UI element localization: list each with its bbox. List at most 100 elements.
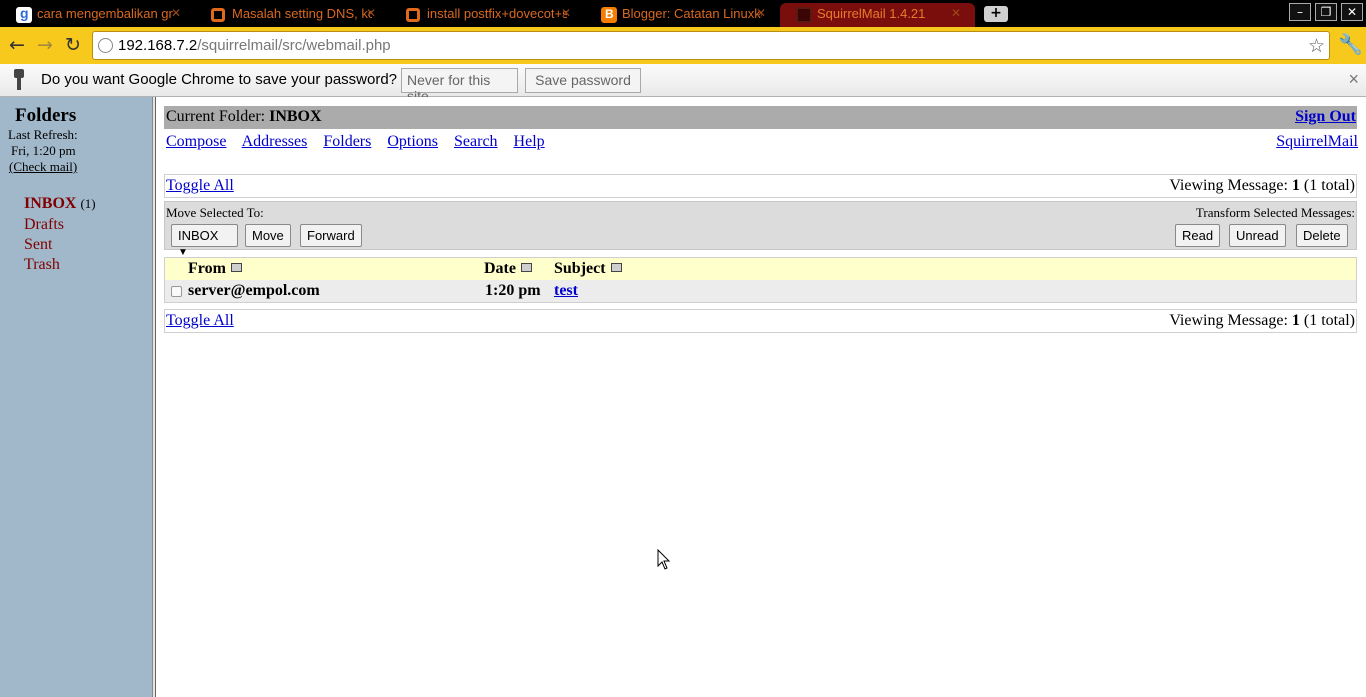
- read-button[interactable]: Read: [1175, 224, 1221, 247]
- address-bar[interactable]: 192.168.7.2/squirrelmail/src/webmail.php…: [92, 31, 1330, 60]
- viewing-message-status: Viewing Message: 1 (1 total): [1169, 312, 1355, 330]
- folders-title: Folders: [15, 105, 77, 126]
- tab-close-icon[interactable]: ✕: [951, 6, 961, 20]
- sort-icon[interactable]: [520, 263, 532, 272]
- current-folder-label: Current Folder: INBOX: [166, 108, 322, 126]
- key-icon: [13, 69, 25, 91]
- url-path: /squirrelmail/src/webmail.php: [197, 37, 391, 54]
- menu-compose[interactable]: Compose: [166, 133, 226, 150]
- main-menu: Compose Addresses Folders Options Search…: [166, 133, 557, 151]
- tab-close-icon[interactable]: ✕: [561, 6, 571, 20]
- browser-toolbar: ← → ↻ 192.168.7.2/squirrelmail/src/webma…: [0, 27, 1366, 64]
- message-list: From Date Subject server@empol.com 1:20 …: [164, 257, 1357, 303]
- blogger-icon: [601, 7, 617, 23]
- toggle-all-link[interactable]: Toggle All: [166, 177, 234, 195]
- browser-tab-active[interactable]: SquirrelMail 1.4.21 ✕: [780, 3, 975, 27]
- wrench-icon[interactable]: 🔧: [1338, 32, 1363, 56]
- check-mail-link[interactable]: (Check mail): [9, 159, 77, 175]
- squirrelmail-icon: [796, 7, 812, 23]
- move-folder-select[interactable]: INBOX ▼: [171, 224, 238, 258]
- column-label: Date: [484, 260, 516, 277]
- tab-strip: cara mengembalikan gr ✕ Masalah setting …: [0, 0, 1366, 27]
- menu-options[interactable]: Options: [387, 133, 438, 150]
- sign-out-link[interactable]: Sign Out: [1295, 108, 1356, 126]
- sort-icon[interactable]: [230, 263, 242, 272]
- close-window-icon[interactable]: ✕: [1341, 3, 1363, 21]
- refresh-time: Fri, 1:20 pm: [11, 143, 76, 158]
- move-button[interactable]: Move: [245, 224, 291, 247]
- never-for-this-site-button[interactable]: Never for this site: [401, 68, 518, 104]
- ubuntu-icon: [406, 8, 420, 22]
- browser-tab-2[interactable]: Masalah setting DNS, kok ✕: [195, 3, 390, 27]
- restore-icon[interactable]: ❐: [1315, 3, 1337, 21]
- viewing-total: (1 total): [1299, 312, 1355, 329]
- tab-title: Masalah setting DNS, kok: [232, 6, 372, 21]
- squirrelmail-link[interactable]: SquirrelMail: [1276, 133, 1358, 151]
- back-icon[interactable]: ←: [6, 34, 28, 56]
- folder-drafts[interactable]: Drafts: [24, 216, 64, 234]
- folder-label: INBOX: [24, 195, 77, 212]
- tab-close-icon[interactable]: ✕: [756, 6, 766, 20]
- menu-addresses[interactable]: Addresses: [242, 133, 308, 150]
- forward-icon[interactable]: →: [34, 34, 56, 56]
- sort-icon[interactable]: [610, 263, 622, 272]
- mailbox-frame: Current Folder: INBOX Sign Out Compose A…: [156, 97, 1366, 697]
- column-label: Subject: [554, 260, 606, 277]
- google-icon: [16, 5, 32, 23]
- transform-selected-label: Transform Selected Messages:: [1195, 205, 1355, 220]
- save-password-button[interactable]: Save password: [525, 68, 641, 93]
- browser-tab-3[interactable]: install postfix+dovecot+s ✕: [390, 3, 585, 27]
- column-subject[interactable]: Subject: [554, 260, 622, 278]
- message-checkbox[interactable]: [171, 286, 182, 297]
- folder-sent[interactable]: Sent: [24, 236, 52, 254]
- current-folder-prefix: Current Folder:: [166, 108, 270, 125]
- toggle-all-link[interactable]: Toggle All: [166, 312, 234, 330]
- password-infobar: Do you want Google Chrome to save your p…: [0, 64, 1366, 104]
- folder-trash[interactable]: Trash: [24, 256, 60, 274]
- forward-button[interactable]: Forward: [300, 224, 362, 247]
- url-host: 192.168.7.2: [118, 37, 198, 54]
- viewing-prefix: Viewing Message:: [1169, 312, 1292, 329]
- current-folder-name: INBOX: [269, 108, 322, 125]
- unread-button[interactable]: Unread: [1229, 224, 1286, 247]
- menu-help[interactable]: Help: [514, 133, 545, 150]
- column-label: From: [188, 260, 226, 277]
- viewing-message-status: Viewing Message: 1 (1 total): [1169, 177, 1355, 195]
- tab-close-icon[interactable]: ✕: [171, 6, 181, 20]
- viewing-prefix: Viewing Message:: [1169, 177, 1292, 194]
- viewing-number: 1: [1291, 312, 1300, 329]
- minimize-icon[interactable]: –: [1289, 3, 1311, 21]
- infobar-close-icon[interactable]: ×: [1348, 69, 1359, 90]
- toggle-bar-bottom: Toggle All Viewing Message: 1 (1 total): [164, 309, 1357, 333]
- column-from[interactable]: From: [188, 260, 242, 278]
- message-list-header: From Date Subject: [165, 258, 1356, 280]
- tab-close-icon[interactable]: ✕: [366, 6, 376, 20]
- tab-title: SquirrelMail 1.4.21: [817, 6, 926, 21]
- tab-title: Blogger: Catatan Linuxku: [622, 6, 762, 21]
- message-subject-link[interactable]: test: [554, 282, 578, 300]
- infobar-message: Do you want Google Chrome to save your p…: [41, 71, 398, 88]
- menu-search[interactable]: Search: [454, 133, 498, 150]
- menu-folders[interactable]: Folders: [323, 133, 371, 150]
- message-date: 1:20 pm: [485, 282, 541, 299]
- toggle-bar-top: Toggle All Viewing Message: 1 (1 total): [164, 174, 1357, 198]
- delete-button[interactable]: Delete: [1296, 224, 1348, 247]
- new-tab-button[interactable]: +: [984, 6, 1008, 22]
- viewing-number: 1: [1291, 177, 1300, 194]
- column-date[interactable]: Date: [484, 260, 532, 278]
- message-from: server@empol.com: [188, 282, 320, 299]
- browser-tab-4[interactable]: Blogger: Catatan Linuxku ✕: [585, 3, 780, 27]
- tab-title: install postfix+dovecot+s: [427, 6, 567, 21]
- globe-icon: [98, 38, 113, 53]
- tab-title: cara mengembalikan gr: [37, 6, 173, 21]
- reload-icon[interactable]: ↻: [62, 34, 84, 56]
- folder-inbox[interactable]: INBOX (1): [24, 195, 96, 213]
- current-folder-bar: Current Folder: INBOX Sign Out: [164, 106, 1357, 129]
- unread-count: (1): [80, 196, 96, 211]
- browser-tab-1[interactable]: cara mengembalikan gr ✕: [0, 3, 195, 27]
- bookmark-star-icon[interactable]: ☆: [1308, 35, 1325, 57]
- select-value: INBOX: [178, 228, 219, 243]
- message-action-bar: Move Selected To: Transform Selected Mes…: [164, 201, 1357, 258]
- message-row[interactable]: server@empol.com 1:20 pm test: [165, 280, 1356, 302]
- ubuntu-icon: [211, 8, 225, 22]
